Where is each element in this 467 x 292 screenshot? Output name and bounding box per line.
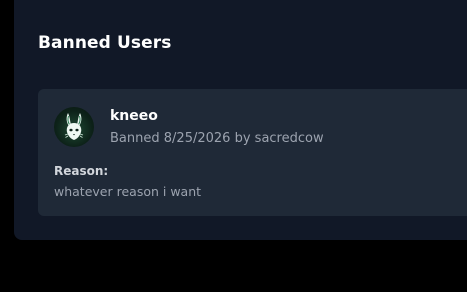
panel-title: Banned Users bbox=[38, 33, 172, 53]
banned-date: 8/25/2026 bbox=[163, 131, 231, 146]
rabbit-icon bbox=[64, 113, 84, 140]
banned-user-card: kneeo Banned 8/25/2026 by sacredcow Reas… bbox=[38, 89, 467, 216]
ban-details: Banned 8/25/2026 by sacredcow bbox=[110, 131, 324, 146]
reason-label: Reason: bbox=[54, 164, 109, 178]
banned-prefix: Banned bbox=[110, 131, 160, 146]
user-avatar[interactable] bbox=[54, 107, 94, 147]
reason-text: whatever reason i want bbox=[54, 184, 202, 199]
banned-by-user[interactable]: sacredcow bbox=[255, 131, 324, 146]
banned-by-prefix: by bbox=[234, 131, 251, 146]
banned-username[interactable]: kneeo bbox=[110, 108, 158, 124]
banned-users-panel: Banned Users kneeo Banned 8/25/2026 by s… bbox=[14, 0, 467, 240]
